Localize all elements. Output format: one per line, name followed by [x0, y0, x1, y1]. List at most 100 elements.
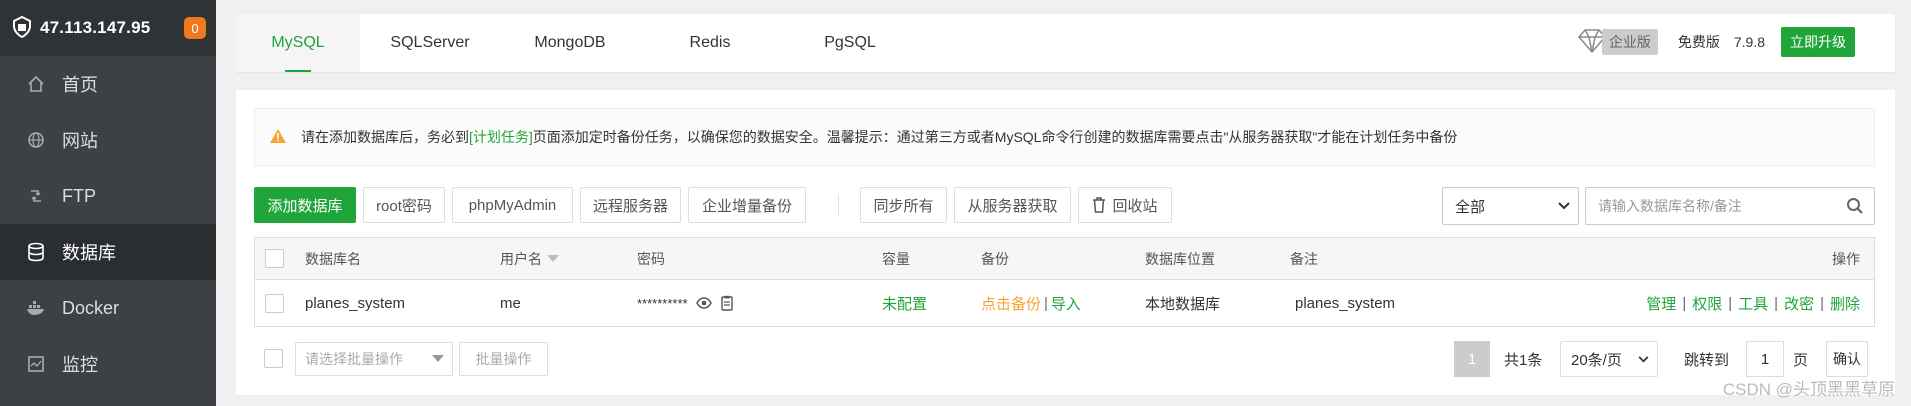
header-password: 密码 — [637, 250, 665, 267]
tools-link[interactable]: 工具 — [1738, 293, 1768, 314]
upgrade-button[interactable]: 立即升级 — [1781, 27, 1855, 57]
separator: | — [1682, 294, 1687, 312]
search-icon[interactable] — [1836, 197, 1874, 215]
row-operations: 管理 | 权限 | 工具 | 改密 | 删除 — [1646, 280, 1860, 326]
sidebar-item-docker[interactable]: Docker — [0, 280, 216, 336]
sidebar: 47.113.147.95 0 首页 网站 FTP 数据库 Docker 监控 — [0, 0, 216, 406]
server-header: 47.113.147.95 0 — [0, 0, 216, 56]
header-location: 数据库位置 — [1145, 250, 1215, 267]
sidebar-item-monitor[interactable]: 监控 — [0, 336, 216, 392]
row-capacity[interactable]: 未配置 — [882, 280, 927, 326]
docker-icon — [24, 296, 48, 320]
sidebar-item-ftp[interactable]: FTP — [0, 168, 216, 224]
footer-checkbox[interactable] — [264, 349, 283, 368]
row-location: 本地数据库 — [1145, 295, 1221, 313]
monitor-icon — [24, 352, 48, 376]
notice-prefix: 请在添加数据库后，务必到 — [301, 129, 469, 145]
delete-link[interactable]: 删除 — [1830, 293, 1860, 314]
database-panel: 请在添加数据库后，务必到 [计划任务] 页面添加定时备份任务，以确保您的数据安全。温… — [236, 90, 1895, 395]
recycle-bin-label: 回收站 — [1112, 197, 1158, 215]
sort-down-icon — [547, 254, 559, 263]
table-header: 数据库名 用户名 密码 容量 备份 数据库位置 备注 操作 — [255, 238, 1874, 280]
add-database-button[interactable]: 添加数据库 — [254, 187, 356, 223]
manage-link[interactable]: 管理 — [1646, 293, 1676, 314]
database-icon — [24, 240, 48, 264]
root-password-button[interactable]: root密码 — [363, 187, 445, 223]
row-checkbox[interactable] — [265, 280, 284, 326]
header-user-label: 用户名 — [500, 250, 542, 267]
tab-mongodb[interactable]: MongoDB — [500, 14, 640, 72]
separator: | — [1820, 294, 1824, 312]
sidebar-item-label: Docker — [62, 297, 120, 318]
database-type-tabs: MySQL SQLServer MongoDB Redis PgSQL 企业版 … — [236, 14, 1895, 72]
separator: | — [1044, 294, 1048, 312]
header-ops: 操作 — [1832, 250, 1860, 267]
home-icon — [24, 72, 48, 96]
sidebar-item-home[interactable]: 首页 — [0, 56, 216, 112]
row-backup: 点击备份 | 导入 — [981, 280, 1081, 326]
sidebar-item-label: FTP — [62, 185, 96, 206]
separator: | — [1774, 294, 1779, 312]
batch-operation-select[interactable]: 请选择批量操作 — [295, 342, 453, 376]
get-from-server-button[interactable]: 从服务器获取 — [954, 187, 1071, 223]
total-count: 共1条 — [1504, 351, 1543, 369]
row-note[interactable]: planes_system — [1295, 280, 1395, 326]
chevron-down-icon — [1558, 202, 1570, 210]
database-search[interactable]: 请输入数据库名称/备注 — [1585, 187, 1875, 225]
header-note: 备注 — [1290, 250, 1318, 267]
password-mask: ********** — [637, 295, 688, 311]
notification-badge[interactable]: 0 — [184, 17, 206, 39]
filter-value: 全部 — [1455, 198, 1486, 216]
header-user[interactable]: 用户名 — [500, 238, 559, 279]
search-input[interactable]: 请输入数据库名称/备注 — [1586, 196, 1836, 216]
backup-link[interactable]: 点击备份 — [981, 293, 1041, 314]
backup-notice: 请在添加数据库后，务必到 [计划任务] 页面添加定时备份任务，以确保您的数据安全。温… — [254, 108, 1875, 166]
change-password-link[interactable]: 改密 — [1784, 293, 1814, 314]
version-info: 企业版 免费版 7.9.8 立即升级 — [1576, 27, 1855, 57]
page-number[interactable]: 1 — [1454, 341, 1490, 377]
phpmyadmin-button[interactable]: phpMyAdmin — [452, 187, 573, 223]
database-filter-select[interactable]: 全部 — [1442, 187, 1579, 225]
tab-mysql[interactable]: MySQL — [236, 14, 360, 72]
page-unit: 页 — [1793, 351, 1809, 369]
server-ip: 47.113.147.95 — [40, 18, 151, 37]
row-username: me — [500, 294, 521, 312]
edition-label: 免费版 — [1677, 34, 1720, 50]
sidebar-item-website[interactable]: 网站 — [0, 112, 216, 168]
table-row: planes_system me ********** 未配置 点击备份 | 导… — [255, 280, 1874, 326]
ftp-icon — [24, 184, 48, 208]
watermark: CSDN @头顶黑黑草原 — [1722, 380, 1895, 399]
header-name[interactable]: 数据库名 — [305, 238, 361, 279]
jump-label: 跳转到 — [1684, 351, 1730, 369]
select-all-checkbox[interactable] — [265, 238, 284, 279]
remote-server-button[interactable]: 远程服务器 — [580, 187, 681, 223]
sidebar-item-database[interactable]: 数据库 — [0, 224, 216, 280]
row-password: ********** — [637, 280, 734, 326]
enterprise-tag[interactable]: 企业版 — [1601, 29, 1658, 55]
toolbar-divider — [838, 194, 839, 216]
globe-icon — [24, 128, 48, 152]
eye-icon[interactable] — [695, 297, 712, 309]
server-icon — [12, 15, 32, 41]
recycle-bin-button[interactable]: 回收站 — [1078, 187, 1172, 223]
tab-redis[interactable]: Redis — [640, 14, 780, 72]
per-page-select[interactable]: 20条/页 — [1560, 341, 1658, 377]
tab-pgsql[interactable]: PgSQL — [780, 14, 920, 72]
batch-placeholder: 请选择批量操作 — [305, 351, 403, 367]
version-number: 7.9.8 — [1733, 34, 1765, 50]
chevron-down-icon — [1638, 355, 1649, 363]
jump-page-input[interactable]: 1 — [1746, 341, 1784, 377]
cron-task-link[interactable]: [计划任务] — [469, 127, 533, 147]
permission-link[interactable]: 权限 — [1692, 293, 1722, 314]
copy-icon[interactable] — [720, 295, 734, 311]
database-table: 数据库名 用户名 密码 容量 备份 数据库位置 备注 操作 planes_sys… — [254, 237, 1875, 327]
batch-operation-button[interactable]: 批量操作 — [459, 342, 548, 376]
import-link[interactable]: 导入 — [1051, 293, 1081, 314]
incremental-backup-button[interactable]: 企业增量备份 — [688, 187, 806, 223]
jump-confirm-button[interactable]: 确认 — [1826, 341, 1868, 377]
sidebar-item-label: 数据库 — [62, 243, 116, 263]
per-page-value: 20条/页 — [1571, 351, 1622, 369]
tab-sqlserver[interactable]: SQLServer — [360, 14, 500, 72]
sync-all-button[interactable]: 同步所有 — [860, 187, 947, 223]
notice-suffix: 页面添加定时备份任务，以确保您的数据安全。温馨提示：通过第三方或者MySQL命令… — [532, 129, 1458, 145]
